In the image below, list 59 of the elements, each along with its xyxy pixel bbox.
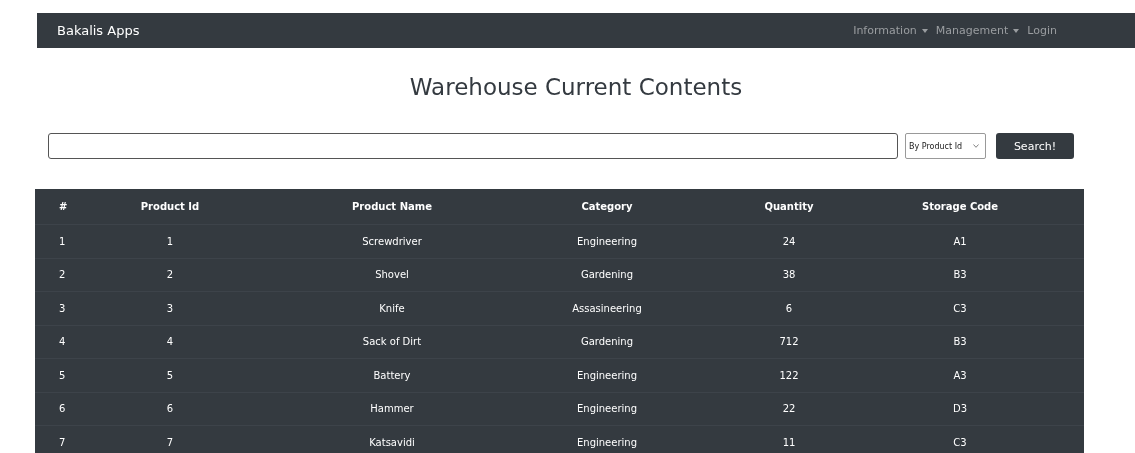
table-cell-text: 5 [58, 369, 67, 381]
table-cell-text: Knife [378, 302, 406, 314]
table-cell-text: 22 [781, 403, 797, 415]
caret-icon [1013, 28, 1020, 33]
chevron-icon [973, 144, 979, 148]
table-cell-text: 7 [58, 436, 67, 448]
table-cell-text: 6 [165, 403, 175, 415]
table-cell-text: Engineering [576, 235, 638, 247]
column-header: Product Id [139, 201, 201, 212]
table-cell-text: 2 [165, 269, 175, 281]
column-header: Storage Code [920, 201, 1000, 212]
brand-name[interactable]: Bakalis Apps [57, 23, 140, 38]
nav-link[interactable]: Login [1027, 24, 1057, 37]
table-cell-text: 24 [781, 235, 797, 247]
table-cell-text: 38 [781, 269, 797, 281]
table-cell-text: Assasineering [571, 302, 643, 314]
table-cell-text: 712 [778, 336, 800, 348]
table-cell-text: 3 [58, 302, 67, 314]
table-cell-text: 4 [165, 336, 175, 348]
table-cell-text: Hammer [369, 403, 415, 415]
table-cell-text: C3 [952, 436, 968, 448]
nav-dropdown[interactable]: Management [935, 24, 1020, 37]
table-cell-text: Gardening [579, 336, 635, 348]
table-cell-text: 3 [165, 302, 175, 314]
table-cell-text: 6 [58, 403, 67, 415]
table-cell-text: 122 [778, 369, 800, 381]
table-cell-text: 7 [165, 436, 175, 448]
table-cell-text: 1 [58, 235, 67, 247]
table-cell-text: Screwdriver [361, 235, 423, 247]
column-header: Quantity [763, 201, 815, 212]
table-cell-text: Engineering [576, 369, 638, 381]
table-cell-text: 6 [784, 302, 794, 314]
table-cell-text: A1 [952, 235, 968, 247]
table-cell-text: B3 [952, 336, 968, 348]
column-header: # [58, 201, 69, 212]
page-title: Warehouse Current Contents [408, 74, 744, 100]
table-cell-text: 1 [165, 235, 175, 247]
table-cell-text: A3 [952, 369, 968, 381]
caret-icon [921, 28, 928, 33]
table-cell-text: 2 [58, 269, 67, 281]
table-cell-text: Katsavidi [368, 436, 416, 448]
table-cell-text: 5 [165, 369, 175, 381]
column-header: Category [580, 201, 634, 212]
table-cell-text: 4 [58, 336, 67, 348]
search-field[interactable] [48, 133, 898, 159]
search-button[interactable]: Search! [996, 133, 1074, 159]
nav-dropdown[interactable]: Information [853, 24, 928, 37]
table-cell-text: C3 [952, 302, 968, 314]
table-cell-text: Gardening [579, 269, 635, 281]
filter-select[interactable]: By Product Id [905, 133, 986, 159]
table-cell-text: B3 [952, 269, 968, 281]
table-cell-text: D3 [951, 403, 969, 415]
table-cell-text: Engineering [576, 436, 638, 448]
table-cell-text: Sack of Dirt [361, 336, 423, 348]
table-cell-text: Battery [372, 369, 412, 381]
table-cell-text: 11 [781, 436, 797, 448]
column-header: Product Name [351, 201, 433, 212]
table-cell-text: Shovel [374, 269, 410, 281]
table-cell-text: Engineering [576, 403, 638, 415]
